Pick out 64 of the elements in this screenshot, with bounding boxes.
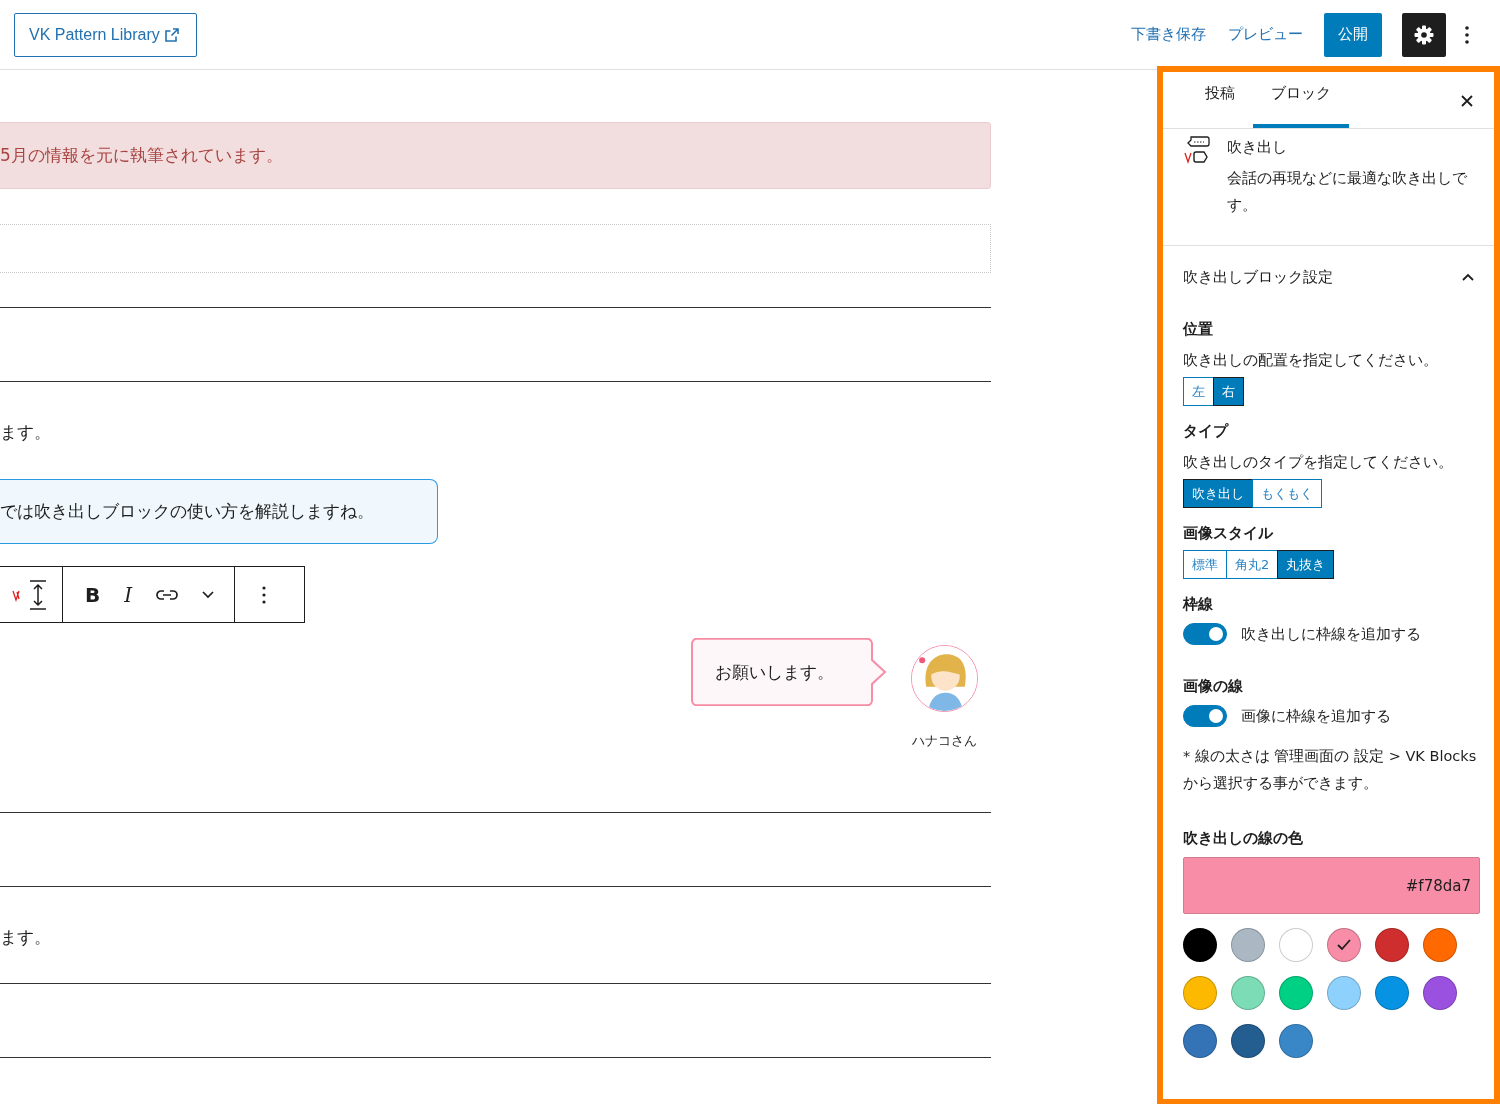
color-swatch[interactable]	[1375, 928, 1409, 962]
sidebar-tab[interactable]: ブロック	[1253, 78, 1349, 128]
color-swatch[interactable]	[1279, 928, 1313, 962]
color-swatch[interactable]	[1327, 976, 1361, 1010]
line-height-icon[interactable]	[28, 578, 48, 611]
section-heading: 位置	[1183, 319, 1214, 340]
speech-balloon[interactable]: お願いします。	[691, 638, 887, 706]
block-title: 吹き出し	[1227, 137, 1288, 158]
section-heading: 吹き出しの線の色	[1183, 828, 1304, 849]
color-swatch[interactable]	[1231, 928, 1265, 962]
more-options-icon[interactable]	[262, 585, 267, 604]
toggle-switch[interactable]	[1183, 705, 1227, 727]
block-description: 会話の再現などに最適な吹き出しです。	[1227, 168, 1468, 216]
speech-balloon[interactable]: では吹き出しブロックの使い方を解説しますね。	[0, 479, 438, 544]
color-swatch[interactable]	[1375, 976, 1409, 1010]
chevron-down-icon[interactable]	[202, 590, 215, 599]
section-heading: 枠線	[1183, 594, 1214, 615]
option-button[interactable]: 角丸2	[1226, 550, 1279, 579]
color-swatch[interactable]	[1423, 976, 1457, 1010]
publish-button[interactable]: 公開	[1324, 12, 1382, 57]
check-icon	[1337, 939, 1351, 951]
option-button[interactable]: もくもく	[1252, 479, 1322, 508]
paragraph-text: ます。	[0, 926, 52, 949]
toggle-label: 吹き出しに枠線を追加する	[1241, 624, 1421, 644]
save-draft-button[interactable]: 下書き保存	[1120, 12, 1217, 57]
option-button[interactable]: 標準	[1183, 550, 1227, 579]
italic-button[interactable]: I	[124, 582, 133, 607]
option-button[interactable]: 左	[1183, 377, 1214, 406]
color-swatch[interactable]	[1183, 928, 1217, 962]
section-heading: タイプ	[1183, 421, 1230, 442]
color-swatch[interactable]	[1183, 1024, 1217, 1058]
option-button[interactable]: 右	[1213, 377, 1244, 406]
panel-header[interactable]: 吹き出しブロック設定	[1163, 246, 1494, 308]
close-icon[interactable]	[1460, 94, 1474, 108]
speaker-name: ハナコさん	[912, 732, 977, 750]
paragraph-text: ます。	[0, 421, 52, 444]
link-icon[interactable]	[156, 588, 179, 601]
more-options-icon[interactable]	[1464, 24, 1470, 45]
preview-button[interactable]: プレビュー	[1217, 12, 1314, 57]
help-text: 吹き出しの配置を指定してください。	[1183, 351, 1439, 370]
help-text: 吹き出しのタイプを指定してください。	[1183, 453, 1454, 472]
color-swatch[interactable]	[1327, 928, 1361, 962]
toggle-switch[interactable]	[1183, 623, 1227, 645]
color-swatch[interactable]	[1279, 1024, 1313, 1058]
external-link-icon	[163, 26, 180, 43]
section-heading: 画像スタイル	[1183, 523, 1274, 544]
speech-balloons-icon	[1183, 135, 1211, 165]
toggle-label: 画像に枠線を追加する	[1241, 706, 1391, 726]
bold-button[interactable]: B	[85, 582, 101, 607]
settings-icon	[1413, 23, 1435, 46]
option-button[interactable]: 丸抜き	[1277, 550, 1335, 579]
color-value-field[interactable]: #f78da7	[1183, 857, 1480, 914]
section-heading: 画像の線	[1183, 676, 1244, 697]
color-swatch[interactable]	[1423, 928, 1457, 962]
color-swatch[interactable]	[1231, 976, 1265, 1010]
sidebar-tab[interactable]: 投稿	[1187, 78, 1253, 128]
note-text: * 線の太さは 管理画面の 設定 > VK Blocks から選択する事ができます。	[1183, 747, 1478, 793]
settings-button[interactable]	[1402, 12, 1446, 57]
color-swatch[interactable]	[1183, 976, 1217, 1010]
pattern-library-button[interactable]: VK Pattern Library	[14, 12, 197, 57]
alert-text: 5月の情報を元に執筆されています。	[0, 144, 283, 167]
color-swatch[interactable]	[1279, 976, 1313, 1010]
color-swatch[interactable]	[1231, 1024, 1265, 1058]
option-button[interactable]: 吹き出し	[1183, 479, 1253, 508]
